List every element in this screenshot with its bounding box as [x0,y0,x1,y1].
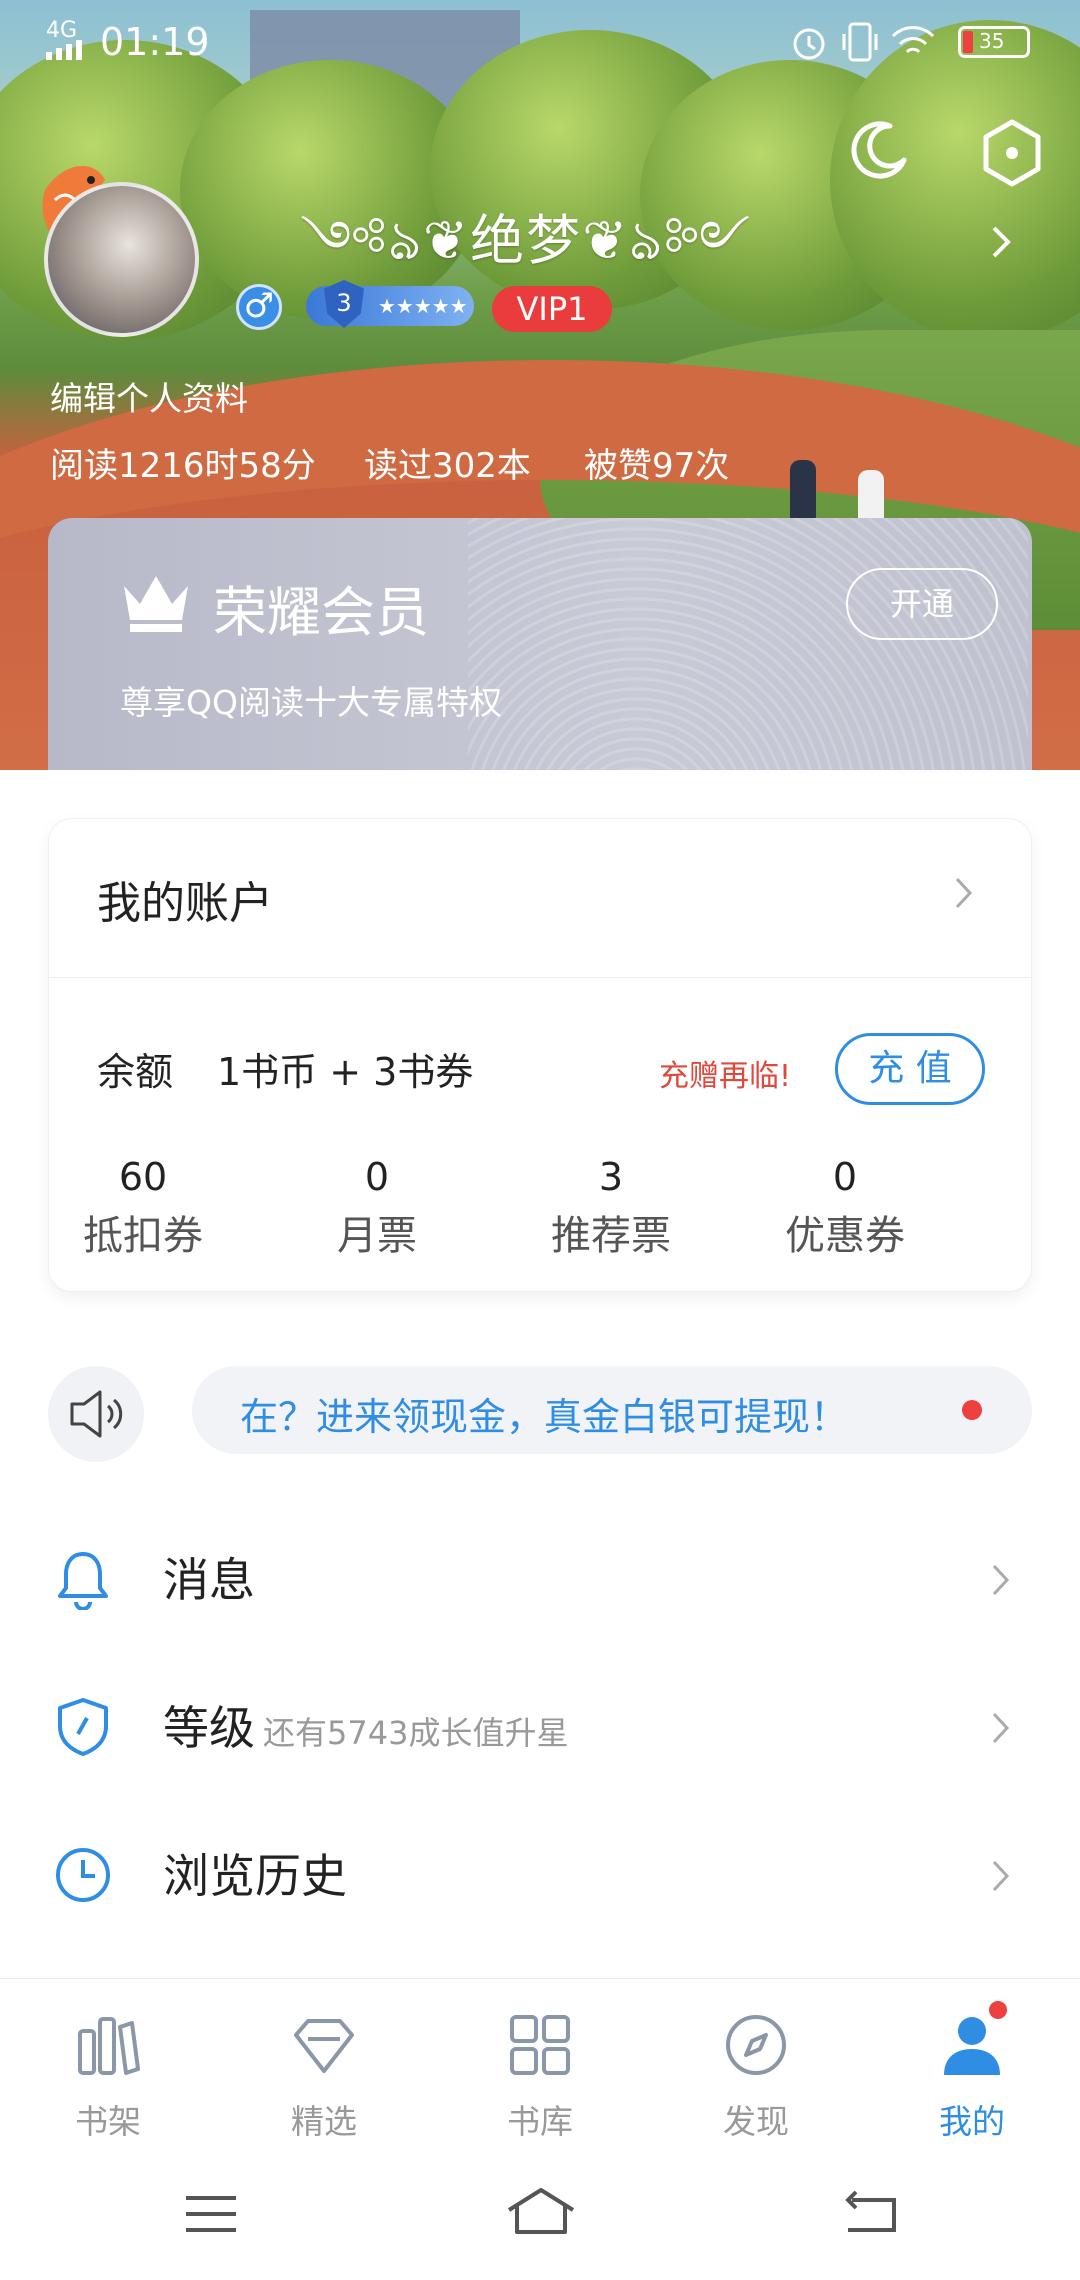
chevron-right-icon [992,1860,1010,1892]
vibrate-icon [842,22,878,62]
menu-item-level[interactable]: 等级 还有5743成长值升星 [0,1650,1080,1790]
settings-icon[interactable] [980,118,1044,188]
activate-member-button[interactable]: 开通 [846,568,998,640]
battery-level: 35 [979,29,1005,53]
menu-item-messages[interactable]: 消息 [0,1502,1080,1642]
compass-icon [726,2015,786,2075]
status-bar: 4G 01:19 35 [0,0,1080,80]
cash-notice-banner[interactable]: 在？进来领现金，真金白银可提现！ [192,1366,1032,1454]
bottom-tab-bar: 书架 精选 书库 发现 我的 [0,1978,1080,2150]
menu-item-label: 浏览历史 [163,1849,347,1903]
level-progress-hint: 还有5743成长值升星 [263,1714,569,1752]
system-navigation-bar [0,2150,1080,2280]
divider [49,977,1033,978]
balance-label: 余额 [97,1050,174,1094]
ticket-label: 月票 [337,1213,417,1259]
chevron-right-icon [992,1712,1010,1744]
shield-check-icon [58,1698,108,1756]
tab-featured[interactable]: 精选 [216,1979,432,2151]
menu-item-history[interactable]: 浏览历史 [0,1798,1080,1938]
alarm-icon [793,28,825,60]
bookshelf-icon [78,2017,140,2075]
profile-chevron-right-icon[interactable] [990,224,1014,260]
male-gender-icon: ♂ [236,284,282,330]
chevron-right-icon [955,877,973,909]
ticket-count: 3 [598,1155,624,1199]
tab-label: 书库 [507,2102,573,2141]
tab-me[interactable]: 我的 [864,1979,1080,2151]
tab-label: 书架 [75,2102,141,2141]
ticket-label: 优惠券 [785,1213,905,1259]
ticket-recommend[interactable]: 3 推荐票 [491,1155,731,1261]
ticket-count: 0 [364,1155,390,1199]
edit-profile-link[interactable]: 编辑个人资料 [50,372,248,420]
tab-label: 精选 [291,2102,357,2141]
clock-time: 01:19 [100,20,210,64]
back-icon[interactable] [842,2190,898,2234]
stat-likes: 被赞97次 [584,446,730,486]
recharge-button[interactable]: 充 值 [835,1033,985,1105]
night-mode-icon[interactable] [850,120,910,180]
speaker-icon[interactable] [48,1366,144,1462]
signal-icon [46,40,82,60]
wifi-icon [891,26,935,54]
level-stars: ★★★★★ [378,294,468,318]
stat-reading-time: 阅读1216时58分 [50,446,316,486]
balance-value: 1书币 + 3书券 [217,1050,474,1094]
menu-item-label: 等级 [163,1701,255,1755]
member-subtitle: 尊享QQ阅读十大专属特权 [120,683,502,722]
diamond-icon [294,2019,354,2073]
grid-icon [510,2015,570,2075]
person-icon [944,2017,1000,2075]
ticket-count: 60 [118,1155,168,1199]
menu-icon[interactable] [184,2194,238,2234]
stat-books-read: 读过302本 [364,446,531,486]
menu-item-label: 消息 [163,1553,255,1607]
home-icon[interactable] [505,2186,577,2236]
tab-label: 我的 [939,2102,1005,2141]
notice-text: 在？进来领现金，真金白银可提现！ [240,1395,849,1439]
recharge-promo-text: 充赠再临! [659,1059,792,1094]
account-card: 我的账户 余额 1书币 + 3书券 充赠再临! 充 值 60 抵扣券 0 月票 3 推… [48,818,1033,1292]
level-number: 3 [336,289,352,317]
tab-library[interactable]: 书库 [432,1979,648,2151]
unread-dot [962,1400,982,1420]
bell-icon [58,1552,108,1610]
ticket-label: 抵扣券 [83,1213,203,1259]
ticket-monthly[interactable]: 0 月票 [257,1155,497,1261]
clock-icon [56,1848,110,1902]
avatar[interactable] [44,182,199,337]
my-account-row[interactable]: 我的账户 [49,819,1033,977]
member-title: 荣耀会员 [213,581,429,644]
tab-bookshelf[interactable]: 书架 [0,1979,216,2151]
ticket-deduction[interactable]: 60 抵扣券 [23,1155,263,1261]
ticket-coupon[interactable]: 0 优惠券 [725,1155,965,1261]
vip-badge[interactable]: VIP1 [492,286,612,332]
ticket-count: 0 [832,1155,858,1199]
chevron-right-icon [992,1564,1010,1596]
account-title: 我的账户 [97,878,273,929]
notification-dot [986,1998,1010,2022]
battery-icon: 35 [958,26,1030,58]
honor-member-card[interactable]: 荣耀会员 尊享QQ阅读十大专属特权 开通 [48,518,1032,770]
ticket-label: 推荐票 [551,1213,671,1259]
crown-icon [124,576,188,632]
tab-discover[interactable]: 发现 [648,1979,864,2151]
tab-label: 发现 [723,2102,789,2141]
